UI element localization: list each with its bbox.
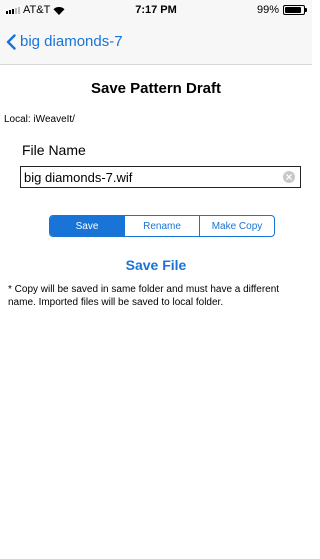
battery-fill — [285, 7, 301, 13]
back-button-label: big diamonds-7 — [20, 33, 123, 50]
chevron-left-icon — [6, 33, 16, 50]
back-button[interactable]: big diamonds-7 — [6, 33, 123, 50]
save-file-button[interactable]: Save File — [0, 257, 312, 273]
status-bar: AT&T 7:17 PM 99% — [0, 0, 312, 20]
local-path-label: Local: iWeaveIt/ — [4, 114, 75, 125]
segment-save[interactable]: Save — [50, 216, 124, 236]
page-title: Save Pattern Draft — [90, 80, 222, 97]
file-name-label: File Name — [22, 142, 86, 158]
save-note-text: * Copy will be saved in same folder and … — [8, 284, 280, 308]
battery-percent: 99% — [256, 4, 279, 16]
save-mode-segmented-control: Save Rename Make Copy — [49, 215, 275, 237]
file-name-field — [20, 166, 301, 188]
navigation-bar: big diamonds-7 — [0, 20, 312, 65]
segment-rename[interactable]: Rename — [124, 216, 199, 236]
status-right: 99% — [256, 4, 307, 16]
battery-icon — [283, 5, 307, 15]
segment-make-copy[interactable]: Make Copy — [199, 216, 274, 236]
file-name-input[interactable] — [24, 167, 282, 187]
battery-cap — [305, 8, 307, 12]
clear-text-icon[interactable] — [283, 171, 295, 183]
